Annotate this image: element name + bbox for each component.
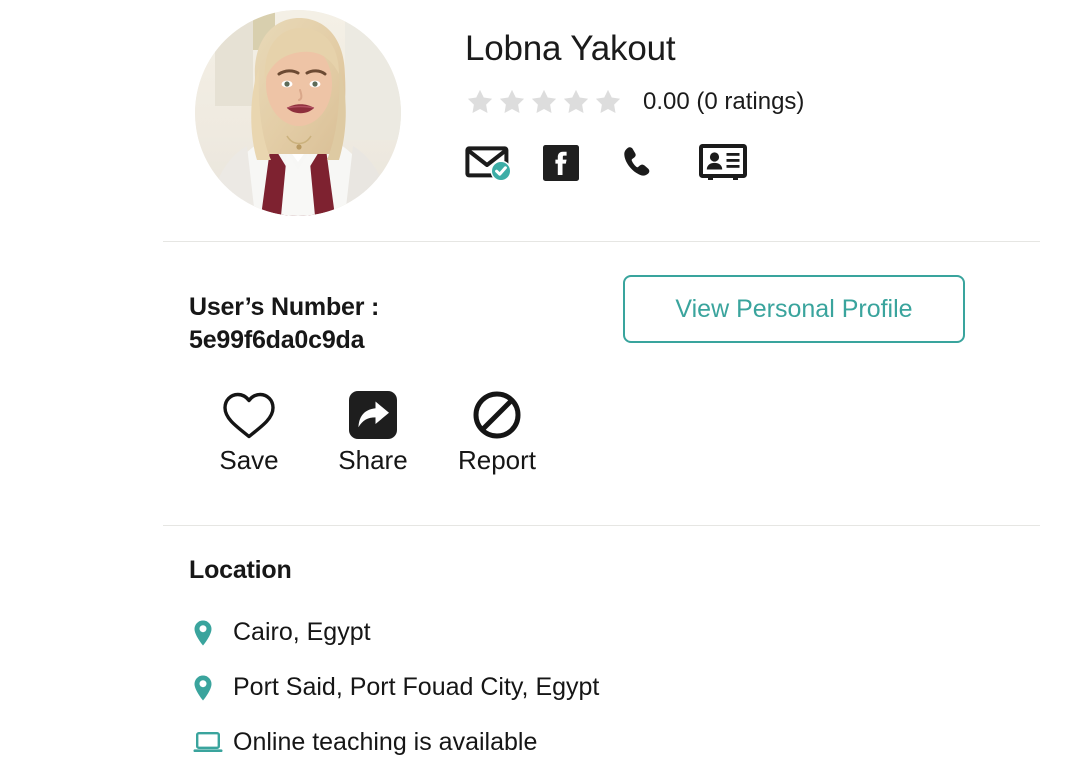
star-icon <box>467 89 493 113</box>
laptop-icon <box>189 731 231 755</box>
list-item: Online teaching is available <box>189 715 1040 770</box>
phone-icon <box>624 146 650 176</box>
list-item: Cairo, Egypt <box>189 605 1040 660</box>
star-icon <box>531 89 557 113</box>
user-number-label: User’s Number : <box>189 293 380 321</box>
save-button[interactable]: Save <box>187 389 311 473</box>
location-text: Cairo, Egypt <box>233 618 371 646</box>
share-label: Share <box>338 445 408 475</box>
avatar[interactable] <box>195 10 405 220</box>
share-icon-wrap <box>348 389 398 441</box>
action-buttons-row: Save Share Report <box>187 389 559 473</box>
profile-header: Lobna Yakout 0.00 (0 ratings) <box>163 0 1040 241</box>
ban-icon <box>473 391 521 439</box>
save-icon-wrap <box>221 389 277 441</box>
email-contact-button[interactable] <box>465 143 523 183</box>
save-label: Save <box>219 445 279 475</box>
facebook-contact-button[interactable] <box>543 143 601 183</box>
share-button[interactable]: Share <box>311 389 435 473</box>
user-number-value: 5e99f6da0c9da <box>189 326 365 355</box>
facebook-icon <box>543 144 579 181</box>
identity-block: Lobna Yakout 0.00 (0 ratings) <box>465 29 804 183</box>
contact-icons-row <box>465 143 804 183</box>
map-pin-icon <box>189 674 231 702</box>
page-title: Lobna Yakout <box>465 29 676 68</box>
map-pin-icon <box>189 619 231 647</box>
heart-icon <box>223 392 275 439</box>
report-label: Report <box>457 445 537 475</box>
star-rating[interactable] <box>465 87 623 117</box>
user-number-block: User’s Number : 5e99f6da0c9da <box>189 291 379 358</box>
phone-contact-button[interactable] <box>621 143 679 183</box>
avatar-image <box>195 10 401 216</box>
profile-page: Lobna Yakout 0.00 (0 ratings) User’s Num… <box>0 0 1080 779</box>
id-card-contact-button[interactable] <box>699 143 757 183</box>
location-list: Cairo, Egypt Port Said, Port Fouad City,… <box>163 605 1040 770</box>
id-card-icon <box>699 143 747 180</box>
star-icon <box>563 89 589 113</box>
details-section: User’s Number : 5e99f6da0c9da View Perso… <box>163 241 1040 525</box>
location-text: Port Said, Port Fouad City, Egypt <box>233 673 600 701</box>
email-icon <box>465 145 512 181</box>
share-icon <box>349 391 397 439</box>
star-icon <box>499 89 525 113</box>
report-button[interactable]: Report <box>435 389 559 473</box>
star-icon <box>595 89 621 113</box>
rating-row: 0.00 (0 ratings) <box>465 85 804 119</box>
location-section: Location Cairo, Egypt Port Said, Port Fo… <box>163 525 1040 770</box>
report-icon-wrap <box>471 389 523 441</box>
location-text: Online teaching is available <box>233 728 538 756</box>
list-item: Port Said, Port Fouad City, Egypt <box>189 660 1040 715</box>
view-personal-profile-button[interactable]: View Personal Profile <box>623 275 965 343</box>
rating-text: 0.00 (0 ratings) <box>643 87 805 115</box>
location-title: Location <box>189 556 292 584</box>
